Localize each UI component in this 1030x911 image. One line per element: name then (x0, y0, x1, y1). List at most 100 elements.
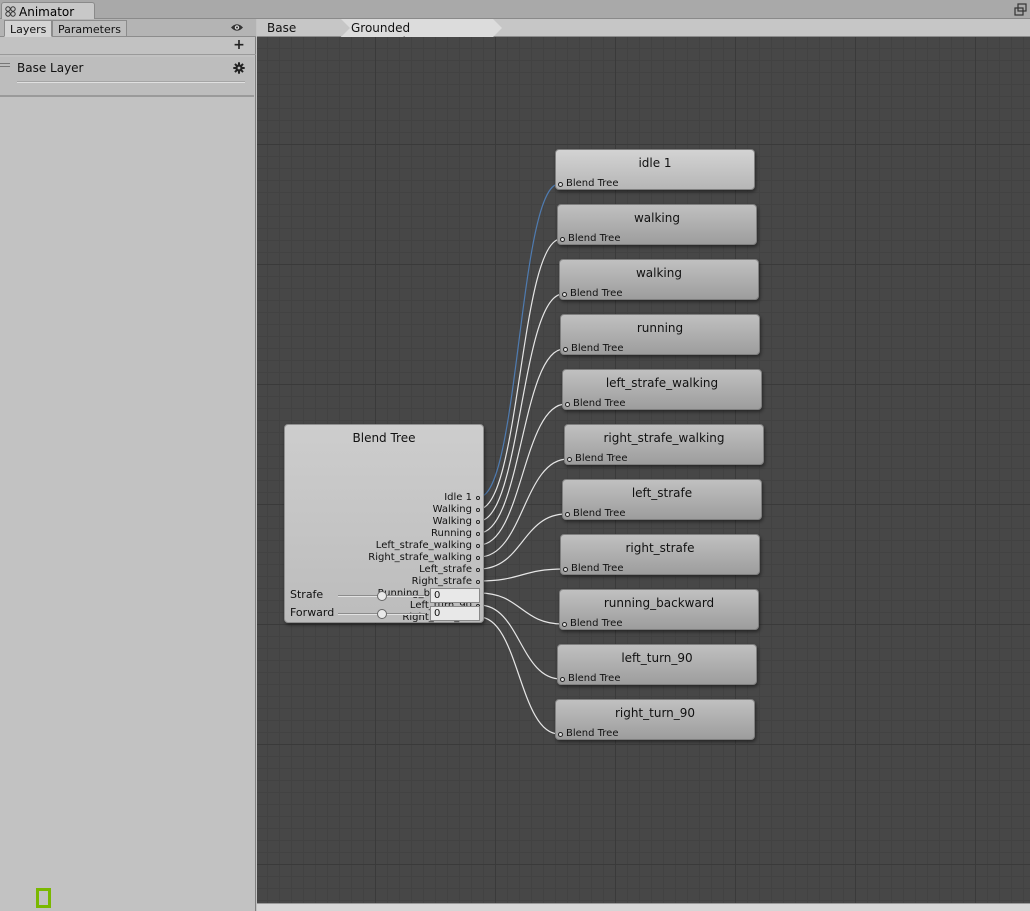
motion-title: right_strafe_walking (603, 431, 725, 445)
motion-node[interactable]: running Blend Tree (560, 314, 760, 355)
motion-title: idle 1 (638, 156, 672, 170)
motion-node[interactable]: left_strafe Blend Tree (562, 479, 762, 520)
port-label: Left_strafe (419, 564, 472, 575)
input-connector-icon[interactable] (565, 512, 570, 517)
port-connector-icon[interactable] (476, 520, 480, 524)
forward-value-field[interactable] (430, 606, 480, 621)
window-titlebar: Animator (0, 0, 1030, 20)
breadcrumb: Base Layer Grounded Locomotion (257, 19, 1030, 49)
parameter-label: Forward (290, 606, 335, 619)
status-bar (257, 903, 1030, 911)
forward-slider[interactable] (338, 609, 425, 619)
connection-line (478, 458, 569, 558)
port-connector-icon[interactable] (476, 580, 480, 584)
slider-knob[interactable] (377, 609, 387, 619)
breadcrumb-arrow (493, 19, 502, 37)
motion-subtitle: Blend Tree (575, 453, 628, 464)
motion-title: right_strafe (625, 541, 695, 555)
motion-subtitle: Blend Tree (571, 343, 624, 354)
port-label: Walking (432, 516, 472, 527)
layers-panel: Layers Parameters + Base Layer (0, 19, 256, 911)
breadcrumb-grounded-locomotion[interactable]: Grounded Locomotion (341, 19, 502, 49)
blend-tree-port: Walking (432, 516, 480, 528)
motion-subtitle: Blend Tree (570, 618, 623, 629)
port-label: Idle 1 (444, 492, 472, 503)
motion-node[interactable]: walking Blend Tree (557, 204, 757, 245)
breadcrumb-arrow (341, 19, 350, 37)
strafe-value-field[interactable] (430, 588, 480, 603)
parameter-row-forward: Forward (290, 606, 480, 621)
blend-tree-port: Idle 1 (444, 492, 480, 504)
slider-knob[interactable] (377, 591, 387, 601)
panel-tab-bar: Layers Parameters (0, 19, 256, 37)
port-label: Walking (432, 504, 472, 515)
window-title: Animator (19, 5, 75, 19)
port-connector-icon[interactable] (476, 496, 480, 500)
connection-line (478, 403, 567, 546)
animator-window-tab[interactable]: Animator (1, 2, 95, 20)
motion-node[interactable]: left_strafe_walking Blend Tree (562, 369, 762, 410)
input-connector-icon[interactable] (560, 237, 565, 242)
motion-title: running_backward (603, 596, 715, 610)
status-indicator (36, 888, 51, 908)
input-connector-icon[interactable] (565, 402, 570, 407)
motion-node[interactable]: left_turn_90 Blend Tree (557, 644, 757, 685)
connection-line (478, 238, 562, 510)
add-layer-button[interactable]: + (232, 38, 246, 52)
input-connector-icon[interactable] (563, 347, 568, 352)
motion-subtitle: Blend Tree (570, 288, 623, 299)
blend-tree-port: Walking (432, 504, 480, 516)
eye-icon[interactable] (230, 22, 244, 33)
motion-node[interactable]: right_strafe Blend Tree (560, 534, 760, 575)
port-label: Right_strafe_walking (368, 552, 472, 563)
motion-title: walking (633, 211, 680, 225)
motion-title: left_turn_90 (621, 651, 693, 665)
port-connector-icon[interactable] (476, 556, 480, 560)
motion-subtitle: Blend Tree (566, 728, 619, 739)
graph-canvas[interactable]: Blend Tree Idle 1 Walking Walking Running Le… (257, 37, 1030, 903)
maximize-icon[interactable] (1013, 2, 1027, 16)
motion-node[interactable]: right_turn_90 Blend Tree (555, 699, 755, 740)
input-connector-icon[interactable] (560, 677, 565, 682)
input-connector-icon[interactable] (562, 292, 567, 297)
port-label: Left_strafe_walking (375, 540, 472, 551)
gear-icon[interactable] (233, 62, 245, 74)
motion-subtitle: Blend Tree (571, 563, 624, 574)
strafe-slider[interactable] (338, 591, 425, 601)
port-connector-icon[interactable] (476, 532, 480, 536)
parameter-label: Strafe (290, 588, 324, 601)
motion-subtitle: Blend Tree (568, 673, 621, 684)
blend-tree-port: Right_strafe (412, 576, 480, 588)
input-connector-icon[interactable] (558, 182, 563, 187)
input-connector-icon[interactable] (558, 732, 563, 737)
input-connector-icon[interactable] (567, 457, 572, 462)
connection-line (478, 604, 562, 680)
blend-tree-title: Blend Tree (352, 431, 416, 445)
blend-tree-port: Left_strafe_walking (375, 540, 480, 552)
connection-line (478, 513, 567, 570)
layer-toolbar: + (0, 37, 256, 55)
port-connector-icon[interactable] (476, 508, 480, 512)
drag-handle-icon[interactable] (0, 63, 10, 67)
input-connector-icon[interactable] (562, 622, 567, 627)
blend-tree-port: Running (431, 528, 480, 540)
blend-tree-node[interactable]: Blend Tree Idle 1 Walking Walking Running Le… (284, 424, 484, 623)
port-connector-icon[interactable] (476, 544, 480, 548)
layer-weight-slider[interactable] (17, 81, 245, 83)
input-connector-icon[interactable] (563, 567, 568, 572)
tab-layers[interactable]: Layers (4, 20, 53, 37)
motion-subtitle: Blend Tree (566, 178, 619, 189)
motion-node[interactable]: idle 1 Blend Tree (555, 149, 755, 190)
motion-title: right_turn_90 (614, 706, 696, 720)
motion-node[interactable]: walking Blend Tree (559, 259, 759, 300)
breadcrumb-base-layer[interactable]: Base Layer (257, 19, 350, 49)
motion-node[interactable]: running_backward Blend Tree (559, 589, 759, 630)
motion-title: left_strafe_walking (605, 376, 719, 390)
parameter-row-strafe: Strafe (290, 588, 480, 603)
tab-parameters[interactable]: Parameters (52, 20, 127, 37)
motion-node[interactable]: right_strafe_walking Blend Tree (564, 424, 764, 465)
motion-title: running (636, 321, 684, 335)
layer-name: Base Layer (17, 61, 84, 75)
layer-item-base[interactable]: Base Layer (0, 57, 254, 97)
port-connector-icon[interactable] (476, 568, 480, 572)
